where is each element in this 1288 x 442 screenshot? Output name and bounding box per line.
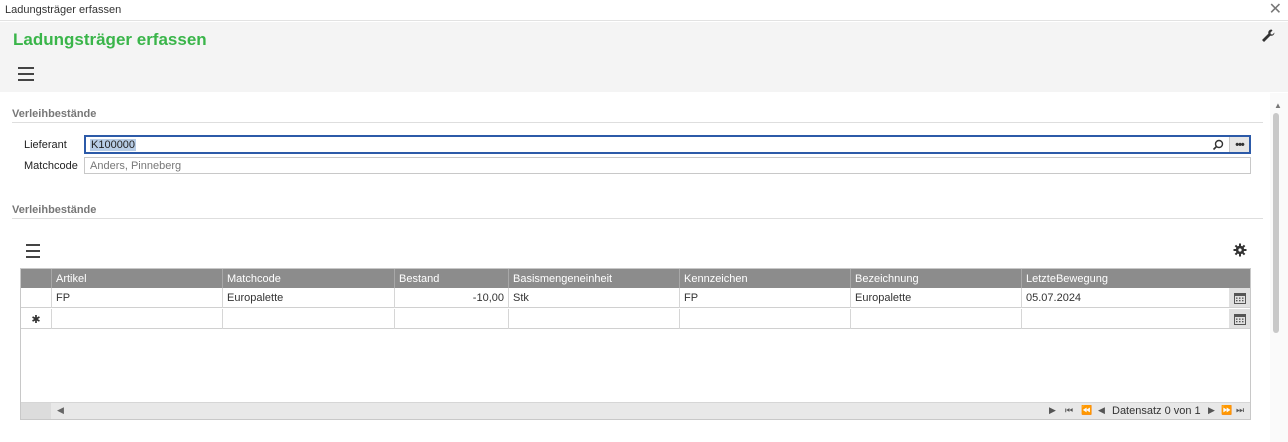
- footer-indicator: [21, 403, 51, 419]
- cell-kennzeichen[interactable]: [679, 309, 850, 329]
- column-header-matchcode[interactable]: Matchcode: [222, 269, 394, 288]
- cell-bezeichnung[interactable]: Europalette: [850, 288, 1021, 308]
- cell-artikel[interactable]: FP: [51, 288, 222, 308]
- section-divider: [12, 218, 1263, 219]
- cell-letztebewegung[interactable]: 05.07.2024: [1021, 288, 1250, 308]
- cell-kennzeichen[interactable]: FP: [679, 288, 850, 308]
- nav-last-button[interactable]: ⏭: [1236, 405, 1244, 416]
- section-title-verleihbestaende: Verleihbestände: [12, 108, 97, 120]
- scroll-left-arrow[interactable]: ◀: [57, 405, 64, 416]
- matchcode-value: Anders, Pinneberg: [90, 160, 182, 172]
- main-content: Verleihbestände Lieferant K100000 ••• Ma…: [0, 93, 1270, 442]
- column-header-artikel[interactable]: Artikel: [51, 269, 222, 288]
- cell-bezeichnung[interactable]: [850, 309, 1021, 329]
- column-header-basismengeneinheit[interactable]: Basismengeneinheit: [508, 269, 679, 288]
- calendar-icon[interactable]: [1229, 309, 1250, 328]
- nav-next-button[interactable]: ▶: [1208, 405, 1215, 416]
- cell-matchcode[interactable]: [222, 309, 394, 329]
- column-header-letztebewegung[interactable]: LetzteBewegung: [1021, 269, 1250, 288]
- cell-bestand[interactable]: -10,00: [394, 288, 508, 308]
- cell-letztebewegung[interactable]: [1021, 309, 1250, 329]
- wrench-icon[interactable]: [1260, 28, 1276, 44]
- column-header-bezeichnung[interactable]: Bezeichnung: [850, 269, 1021, 288]
- section-divider: [12, 122, 1263, 123]
- row-indicator[interactable]: [21, 288, 51, 308]
- scroll-right-arrow[interactable]: ▶: [1049, 405, 1056, 416]
- grid-menu-icon[interactable]: [26, 244, 40, 258]
- data-grid: Artikel Matchcode Bestand Basismengenein…: [20, 268, 1251, 420]
- nav-first-button[interactable]: ⏮: [1065, 405, 1073, 416]
- gear-icon[interactable]: [1233, 243, 1247, 257]
- page-header: Ladungsträger erfassen: [0, 22, 1288, 92]
- more-button[interactable]: •••: [1229, 137, 1249, 152]
- column-header-bestand[interactable]: Bestand: [394, 269, 508, 288]
- column-header-kennzeichen[interactable]: Kennzeichen: [679, 269, 850, 288]
- scroll-up-icon[interactable]: ▲: [1274, 101, 1282, 110]
- lieferant-label: Lieferant: [24, 139, 67, 151]
- lieferant-value: K100000: [90, 139, 137, 151]
- nav-prev-page-button[interactable]: ⏪: [1081, 405, 1092, 416]
- scrollbar-thumb[interactable]: [1273, 113, 1279, 333]
- section-title-verleihbestaende-2: Verleihbestände: [12, 204, 97, 216]
- cell-matchcode[interactable]: Europalette: [222, 288, 394, 308]
- nav-next-page-button[interactable]: ⏩: [1221, 405, 1232, 416]
- page-title: Ladungsträger erfassen: [13, 30, 207, 49]
- grid-footer: ◀ ▶ ⏮ ⏪ ◀ Datensatz 0 von 1 ▶ ⏩ ⏭: [21, 402, 1250, 419]
- cell-bestand[interactable]: [394, 309, 508, 329]
- search-icon[interactable]: [1208, 137, 1228, 152]
- grid-header: Artikel Matchcode Bestand Basismengenein…: [21, 269, 1250, 288]
- table-row[interactable]: FP Europalette -10,00 Stk FP Europalette…: [21, 288, 1250, 308]
- vertical-scrollbar[interactable]: ▲: [1270, 93, 1288, 442]
- window-titlebar: Ladungsträger erfassen ✕: [0, 0, 1288, 21]
- cell-basismengeneinheit[interactable]: Stk: [508, 288, 679, 308]
- window-title: Ladungsträger erfassen: [5, 4, 122, 16]
- new-row[interactable]: ✱: [21, 309, 1250, 329]
- new-row-marker: ✱: [31, 314, 41, 326]
- matchcode-input[interactable]: Anders, Pinneberg: [84, 157, 1251, 174]
- cell-artikel[interactable]: [51, 309, 222, 329]
- calendar-icon[interactable]: [1229, 288, 1250, 307]
- cell-basismengeneinheit[interactable]: [508, 309, 679, 329]
- nav-prev-button[interactable]: ◀: [1098, 405, 1105, 416]
- lieferant-input[interactable]: K100000 •••: [84, 135, 1251, 154]
- close-icon[interactable]: ✕: [1269, 1, 1282, 19]
- hamburger-icon[interactable]: [18, 67, 34, 81]
- matchcode-label: Matchcode: [24, 160, 78, 172]
- record-navigator-text: Datensatz 0 von 1: [1112, 405, 1201, 417]
